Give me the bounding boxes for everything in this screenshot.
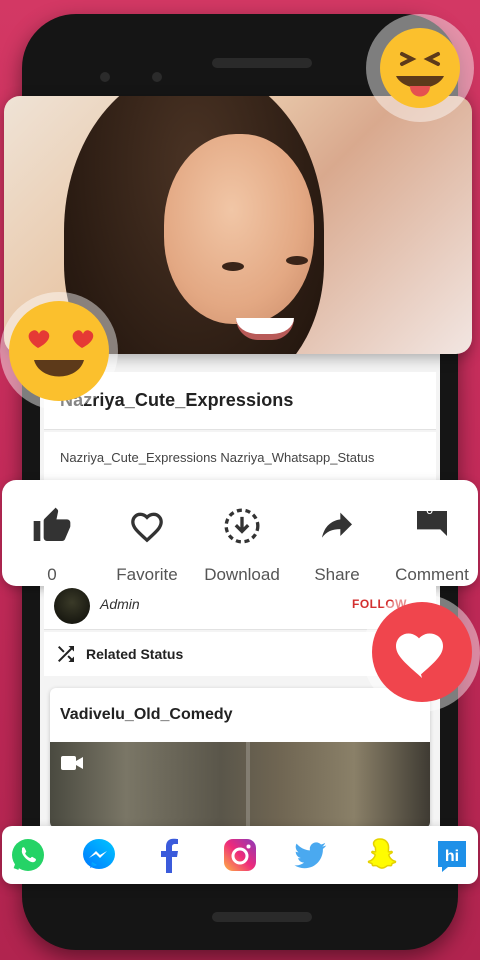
- instagram-icon[interactable]: [220, 835, 260, 875]
- phone-home-bar: [212, 912, 312, 922]
- video-tags: Nazriya_Cute_Expressions Nazriya_Whatsap…: [60, 449, 375, 465]
- avatar[interactable]: [54, 588, 90, 624]
- svg-text:hi: hi: [445, 848, 459, 865]
- thumb-face: [164, 134, 314, 324]
- comment-count: 0: [426, 502, 434, 517]
- share-button[interactable]: Share: [289, 480, 385, 586]
- author-name[interactable]: Admin: [100, 596, 140, 612]
- comment-label: Comment: [395, 565, 469, 584]
- favorite-button[interactable]: Favorite: [99, 480, 195, 586]
- emoji-heart-eyes-icon: [0, 292, 118, 410]
- video-tags-row: Nazriya_Cute_Expressions Nazriya_Whatsap…: [44, 432, 436, 482]
- action-bar: 0 Favorite Download Share 0 Comment: [2, 480, 478, 586]
- share-label: Share: [314, 565, 360, 584]
- download-button[interactable]: Download: [194, 480, 290, 586]
- whatsapp-icon[interactable]: [8, 835, 48, 875]
- facebook-icon[interactable]: [150, 835, 190, 875]
- hike-icon[interactable]: hi: [432, 835, 472, 875]
- like-button[interactable]: 0: [4, 480, 100, 586]
- like-icon: [33, 507, 71, 541]
- thumb-eye: [286, 256, 308, 265]
- related-item-thumbnail[interactable]: [50, 742, 430, 828]
- snapchat-icon[interactable]: [360, 835, 400, 875]
- messenger-icon[interactable]: [79, 835, 119, 875]
- favorite-label: Favorite: [116, 565, 178, 584]
- heart-reaction-icon[interactable]: [362, 594, 480, 712]
- heart-outline-icon: [131, 512, 163, 543]
- twitter-icon[interactable]: [290, 835, 330, 875]
- related-status-title: Related Status: [86, 646, 184, 662]
- share-arrow-icon: [322, 512, 352, 538]
- thumb-eye: [222, 262, 244, 271]
- related-item-title: Vadivelu_Old_Comedy: [60, 706, 233, 723]
- download-label: Download: [204, 565, 280, 584]
- download-icon: [224, 508, 260, 544]
- phone-camera: [100, 72, 110, 82]
- share-apps-bar: hi: [2, 826, 478, 884]
- like-count: 0: [47, 565, 57, 584]
- phone-speaker: [212, 58, 312, 68]
- shuffle-icon: [58, 646, 74, 662]
- video-camera-icon: [61, 756, 83, 770]
- comment-button[interactable]: 0 Comment: [384, 480, 480, 586]
- phone-sensor: [152, 72, 162, 82]
- emoji-tongue-wink-icon: [366, 14, 474, 122]
